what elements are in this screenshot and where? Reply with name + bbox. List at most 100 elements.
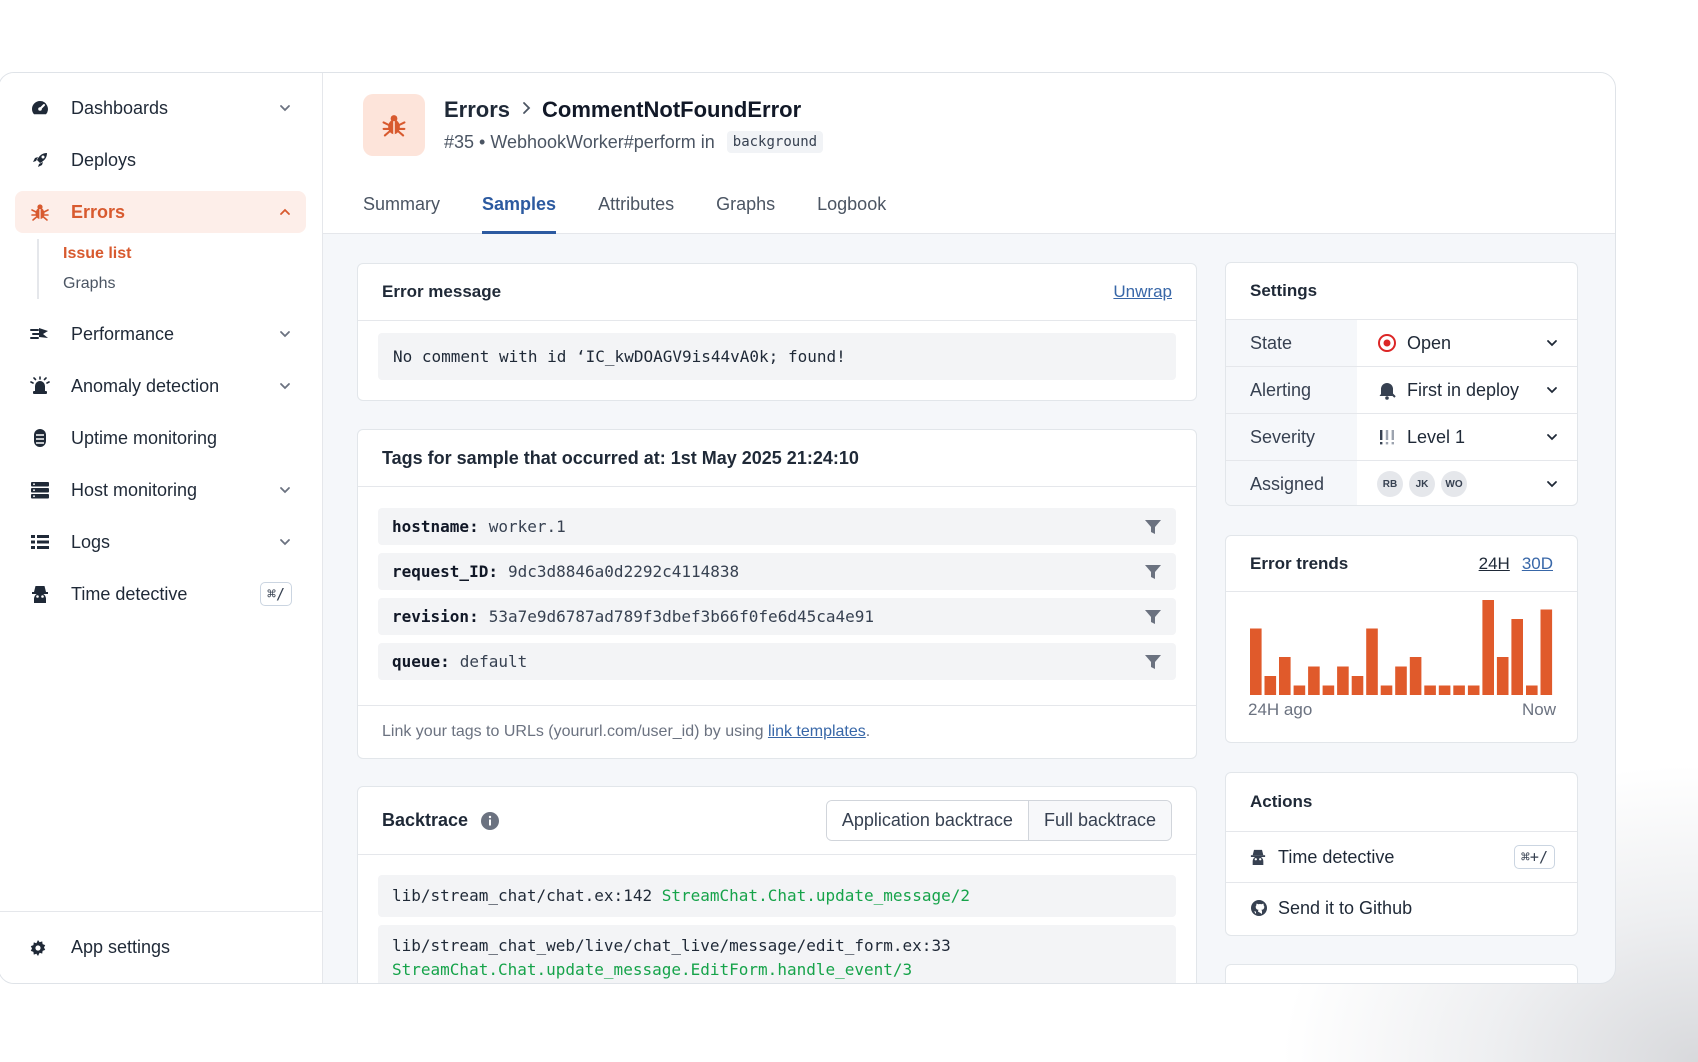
- performance-icon: [29, 323, 51, 345]
- sidebar-item-label: Errors: [71, 201, 126, 222]
- tab-summary[interactable]: Summary: [363, 175, 440, 233]
- backtrace-path: lib/stream_chat/chat.ex:142: [392, 886, 653, 905]
- sidebar-item-time-detective[interactable]: Time detective ⌘/: [15, 573, 306, 615]
- card-header: Actions: [1226, 773, 1577, 831]
- avatar[interactable]: RB: [1377, 471, 1403, 498]
- filter-icon[interactable]: [1144, 608, 1162, 626]
- backtrace-toggle: Application backtrace Full backtrace: [825, 800, 1172, 841]
- sidebar-item-performance[interactable]: Performance: [15, 313, 306, 355]
- sidebar-item-dashboards[interactable]: Dashboards: [15, 87, 306, 129]
- submenu-graphs[interactable]: Graphs: [63, 269, 322, 299]
- bug-icon: [29, 201, 51, 223]
- app-settings-link[interactable]: App settings: [0, 911, 322, 983]
- trend-bar: [1279, 657, 1291, 695]
- chevron-down-icon: [1547, 340, 1557, 347]
- tab-samples[interactable]: Samples: [482, 175, 557, 234]
- trend-bar: [1540, 609, 1553, 695]
- chevron-right-icon: [520, 101, 532, 120]
- error-message-text: No comment with id ‘IC_kwDOAGV9is44vA0k;…: [378, 333, 1176, 380]
- open-state-icon: [1377, 333, 1397, 353]
- filter-icon[interactable]: [1144, 518, 1162, 536]
- chart-bars: [1250, 600, 1553, 695]
- send-to-github-action[interactable]: Send it to Github: [1226, 882, 1577, 933]
- backtrace-path: lib/stream_chat_web/live/chat_live/messa…: [392, 936, 951, 955]
- settings-row-state[interactable]: State Open: [1226, 319, 1577, 366]
- tag-value: 9dc3d8846a0d2292c4114838: [507, 562, 740, 581]
- filter-icon[interactable]: [1144, 563, 1162, 581]
- application-backtrace-button[interactable]: Application backtrace: [826, 801, 1028, 840]
- card-title: Tags for sample that occurred at: 1st Ma…: [382, 447, 859, 468]
- error-trends-card: Error trends 24H 30D 24H ago Now: [1225, 535, 1578, 743]
- sidebar-item-anomaly-detection[interactable]: Anomaly detection: [15, 365, 306, 407]
- tag-key: queue:: [392, 652, 450, 671]
- chevron-down-icon: [280, 539, 290, 546]
- trend-bar: [1322, 685, 1335, 695]
- sidebar-item-logs[interactable]: Logs: [15, 521, 306, 563]
- trend-bar: [1526, 685, 1538, 695]
- chevron-down-icon: [280, 105, 290, 112]
- tags-footer-text: Link your tags to URLs (yoururl.com/user…: [382, 723, 764, 740]
- error-location: #35 • WebhookWorker#perform in: [444, 131, 715, 152]
- backtrace-line[interactable]: lib/stream_chat/chat.ex:142 StreamChat.C…: [378, 875, 1176, 917]
- trend-bar: [1264, 676, 1277, 695]
- rocket-icon: [29, 149, 51, 171]
- trend-bar: [1496, 657, 1509, 695]
- sidebar-item-host-monitoring[interactable]: Host monitoring: [15, 469, 306, 511]
- tag-value: default: [459, 652, 528, 671]
- trend-bar: [1366, 628, 1378, 695]
- avatar[interactable]: JK: [1409, 471, 1435, 498]
- breadcrumb-parent[interactable]: Errors: [444, 97, 510, 123]
- tags-footer-end: .: [865, 723, 871, 740]
- tab-logbook[interactable]: Logbook: [817, 175, 886, 233]
- card-title: Error message: [382, 282, 502, 301]
- sidebar-item-uptime-monitoring[interactable]: Uptime monitoring: [15, 417, 306, 459]
- settings-row-severity[interactable]: Severity Level 1: [1226, 413, 1577, 460]
- severity-icon: [1377, 427, 1397, 447]
- settings-label: State: [1226, 320, 1357, 366]
- trend-bar: [1308, 666, 1320, 695]
- tab-attributes[interactable]: Attributes: [598, 175, 674, 233]
- sidebar-item-deploys[interactable]: Deploys: [15, 139, 306, 181]
- trend-bar: [1424, 685, 1436, 695]
- tab-graphs[interactable]: Graphs: [716, 175, 775, 233]
- card-header: Backtrace Application backtrace Full bac…: [358, 787, 1196, 855]
- sidebar-item-errors[interactable]: Errors: [15, 191, 306, 233]
- heartbeat-icon: [29, 427, 51, 449]
- submenu-issue-list[interactable]: Issue list: [63, 239, 322, 269]
- link-templates-link[interactable]: link templates: [768, 723, 866, 741]
- tab-bar: Summary Samples Attributes Graphs Logboo…: [363, 175, 928, 234]
- range-30d-button[interactable]: 30D: [1522, 554, 1553, 574]
- card-title: Backtrace: [382, 810, 469, 830]
- backtrace-line[interactable]: lib/stream_chat_web/live/chat_live/messa…: [378, 925, 1176, 983]
- info-icon[interactable]: [468, 811, 826, 831]
- full-backtrace-button[interactable]: Full backtrace: [1027, 801, 1171, 840]
- tag-row: request_ID: 9dc3d8846a0d2292c4114838: [378, 553, 1176, 590]
- settings-row-alerting[interactable]: Alerting First in deploy: [1226, 366, 1577, 413]
- chart-end-label: Now: [1522, 700, 1557, 719]
- unwrap-link[interactable]: Unwrap: [1113, 282, 1172, 302]
- trend-bar: [1453, 685, 1465, 695]
- card-header: Tags for sample that occurred at: 1st Ma…: [358, 430, 1196, 487]
- backtrace-function: StreamChat.Chat.update_message/2: [661, 886, 970, 905]
- page-header: Errors CommentNotFoundError #35 • Webhoo…: [323, 73, 1615, 234]
- avatar[interactable]: WO: [1441, 471, 1467, 498]
- sidebar-item-label: Performance: [71, 323, 175, 344]
- range-24h-button[interactable]: 24H: [1479, 554, 1510, 574]
- card-title: Error trends: [1250, 553, 1349, 573]
- settings-label: Alerting: [1226, 367, 1357, 413]
- siren-icon: [29, 375, 51, 397]
- settings-row-assigned[interactable]: Assigned RB JK WO: [1226, 460, 1577, 505]
- tag-value: 53a7e9d6787ad789f3dbef3b66f0fe6d45ca4e91: [488, 607, 875, 626]
- chevron-down-icon: [1547, 387, 1557, 394]
- page-title: CommentNotFoundError: [542, 97, 802, 122]
- sidebar-item-label: Time detective: [71, 583, 188, 604]
- settings-label: Assigned: [1226, 461, 1357, 505]
- keyboard-shortcut: ⌘/: [259, 582, 292, 606]
- action-label: Send it to Github: [1278, 897, 1413, 918]
- filter-icon[interactable]: [1144, 653, 1162, 671]
- trend-bar: [1351, 676, 1364, 695]
- time-detective-action[interactable]: Time detective ⌘+/: [1226, 831, 1577, 882]
- settings-label: Severity: [1226, 414, 1357, 460]
- sidebar-item-label: Anomaly detection: [71, 375, 220, 396]
- tag-key: hostname:: [392, 517, 479, 536]
